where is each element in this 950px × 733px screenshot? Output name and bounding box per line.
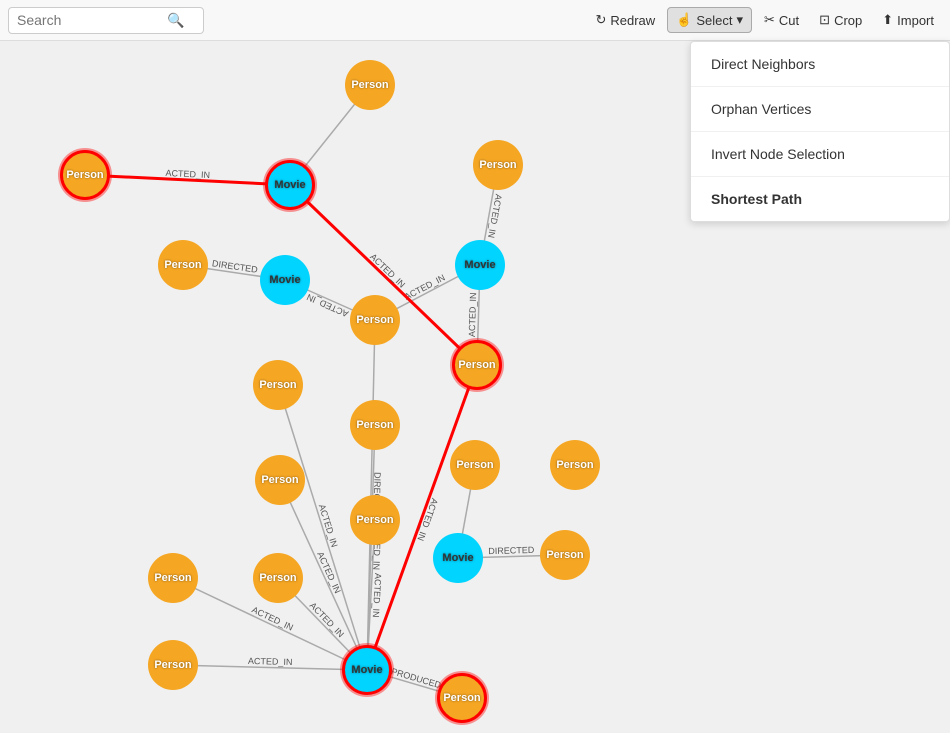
node-n15[interactable]: Person — [350, 495, 400, 545]
svg-text:ACTED_IN: ACTED_IN — [250, 605, 295, 633]
node-n16[interactable]: Movie — [433, 533, 483, 583]
crop-icon: ⊡ — [819, 12, 830, 28]
search-input[interactable] — [17, 12, 167, 28]
import-button[interactable]: ⬆ Import — [874, 8, 942, 32]
node-n19[interactable]: Person — [253, 553, 303, 603]
node-n10[interactable]: Person — [253, 360, 303, 410]
dropdown-item-shortest-path[interactable]: Shortest Path — [691, 177, 949, 221]
dropdown-item-invert-selection[interactable]: Invert Node Selection — [691, 132, 949, 177]
node-n4[interactable]: Person — [473, 140, 523, 190]
search-button[interactable]: 🔍 — [167, 12, 184, 29]
node-n3[interactable]: Movie — [265, 160, 315, 210]
svg-text:ACTED_IN: ACTED_IN — [371, 573, 383, 618]
svg-text:ACTED_IN: ACTED_IN — [467, 292, 478, 337]
svg-text:PRODUCED: PRODUCED — [390, 666, 443, 690]
search-box: 🔍 — [8, 7, 204, 34]
node-n12[interactable]: Person — [450, 440, 500, 490]
node-n9[interactable]: Person — [452, 340, 502, 390]
svg-text:ACTED_IN: ACTED_IN — [486, 193, 504, 239]
node-n8[interactable]: Person — [350, 295, 400, 345]
cut-icon: ✂ — [764, 12, 775, 28]
node-n14[interactable]: Person — [255, 455, 305, 505]
svg-text:ACTED_IN: ACTED_IN — [368, 252, 407, 290]
svg-text:ACTED_IN: ACTED_IN — [403, 272, 447, 302]
node-n5[interactable]: Person — [158, 240, 208, 290]
chevron-down-icon: ▾ — [736, 12, 743, 28]
node-n2[interactable]: Person — [60, 150, 110, 200]
svg-text:ACTED_IN: ACTED_IN — [308, 600, 346, 639]
node-n18[interactable]: Person — [148, 553, 198, 603]
node-n22[interactable]: Person — [148, 640, 198, 690]
node-n21[interactable]: Person — [437, 673, 487, 723]
cursor-icon: ☝ — [676, 12, 692, 28]
toolbar-right: ↻ Redraw ☝ Select ▾ ✂ Cut ⊡ Crop ⬆ Impor… — [587, 7, 942, 33]
node-n17[interactable]: Person — [540, 530, 590, 580]
svg-text:ACTED_IN: ACTED_IN — [317, 503, 340, 548]
node-n1[interactable]: Person — [345, 60, 395, 110]
node-n6[interactable]: Movie — [260, 255, 310, 305]
dropdown-item-orphan-vertices[interactable]: Orphan Vertices — [691, 87, 949, 132]
select-button[interactable]: ☝ Select ▾ — [667, 7, 752, 33]
node-n7[interactable]: Movie — [455, 240, 505, 290]
svg-text:DIRECTED: DIRECTED — [211, 258, 258, 275]
import-icon: ⬆ — [882, 12, 893, 28]
crop-button[interactable]: ⊡ Crop — [811, 8, 870, 32]
cut-button[interactable]: ✂ Cut — [756, 8, 807, 32]
node-n20[interactable]: Movie — [342, 645, 392, 695]
svg-text:ACTED_IN: ACTED_IN — [415, 497, 440, 542]
redraw-icon: ↻ — [595, 12, 606, 28]
svg-text:ACTED_IN: ACTED_IN — [165, 168, 210, 180]
node-n13[interactable]: Person — [550, 440, 600, 490]
toolbar: 🔍 ↻ Redraw ☝ Select ▾ ✂ Cut ⊡ Crop ⬆ Imp… — [0, 0, 950, 41]
dropdown-item-direct-neighbors[interactable]: Direct Neighbors — [691, 42, 949, 87]
svg-text:DIRECTED: DIRECTED — [488, 545, 535, 556]
node-n11[interactable]: Person — [350, 400, 400, 450]
redraw-button[interactable]: ↻ Redraw — [587, 8, 663, 32]
svg-text:ACTED_IN: ACTED_IN — [305, 292, 350, 319]
svg-text:ACTED_IN: ACTED_IN — [248, 656, 293, 667]
dropdown-menu: Direct NeighborsOrphan VerticesInvert No… — [690, 41, 950, 222]
svg-text:ACTED_IN: ACTED_IN — [315, 550, 343, 595]
